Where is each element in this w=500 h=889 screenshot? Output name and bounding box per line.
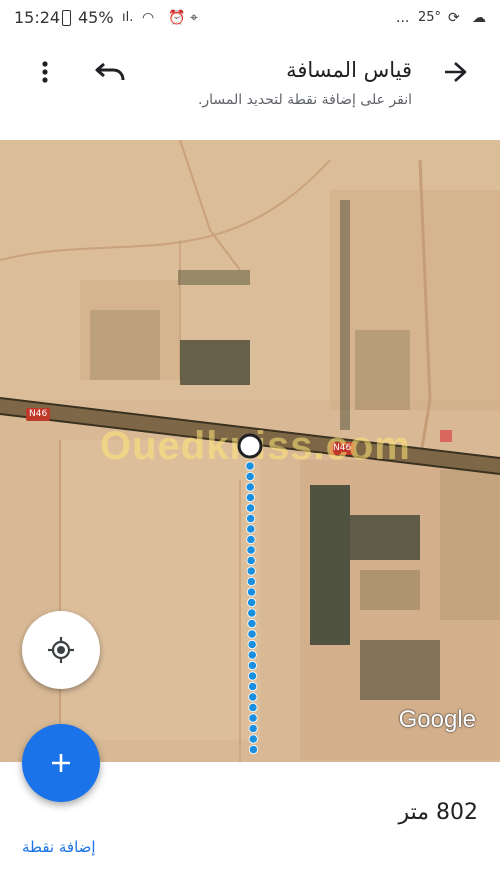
status-dots: ... <box>396 10 410 26</box>
measure-path-dot <box>246 555 256 566</box>
measure-path-dot <box>246 566 256 576</box>
measure-path-dot <box>246 513 256 524</box>
measure-path-dot <box>247 608 257 618</box>
measure-path-dot <box>245 471 255 482</box>
arrow-back-icon[interactable] <box>435 52 475 92</box>
sync-icon: ⟳ <box>448 10 460 26</box>
status-time: 15:24 <box>14 8 61 27</box>
wifi-icon: ◠ <box>142 10 155 26</box>
measure-path-dots <box>245 461 259 755</box>
measure-path-dot <box>247 660 257 671</box>
measure-path-dot <box>246 576 256 587</box>
google-attribution: Google <box>398 706 476 733</box>
app-header: قياس المسافة انقر على إضافة نقطة لتحديد … <box>0 36 500 140</box>
measure-path-dot <box>248 723 258 734</box>
signal-icon: ıl. <box>122 10 134 25</box>
measure-path-dot <box>245 461 255 471</box>
measure-path-dot <box>245 492 255 503</box>
distance-value: 802 متر <box>398 800 478 825</box>
measure-path-dot <box>245 482 255 492</box>
add-icon <box>52 754 70 772</box>
add-point-link[interactable]: إضافة نقطة <box>22 838 96 856</box>
add-point-button[interactable] <box>22 724 100 802</box>
measure-path-dot <box>247 618 257 629</box>
measure-path-dot <box>246 524 256 534</box>
status-bar: 15:24 45% ıl. ◠ ⏰ ⌖ ... 25° ⟳ ☁ <box>0 0 500 36</box>
measure-path-dot <box>248 681 258 692</box>
my-location-icon <box>48 637 74 663</box>
measure-path-dot <box>248 713 258 723</box>
page-title: قياس المسافة <box>286 58 412 82</box>
measure-path-dot <box>247 650 257 660</box>
more-vert-icon[interactable] <box>25 52 65 92</box>
battery-icon <box>62 10 71 26</box>
measure-start-point[interactable] <box>237 433 263 459</box>
measure-path-dot <box>248 702 258 713</box>
measure-path-dot <box>248 692 258 702</box>
status-battery: 45% <box>78 8 114 27</box>
location-icon: ⌖ <box>190 10 198 26</box>
measure-path-dot <box>248 744 259 755</box>
weather-icon: ☁ <box>472 10 486 26</box>
measure-path-dot <box>247 639 257 650</box>
page-subtitle: انقر على إضافة نقطة لتحديد المسار. <box>197 92 412 108</box>
measure-path-dot <box>246 545 256 555</box>
measure-path-dot <box>245 503 256 513</box>
measure-path-dot <box>247 597 257 608</box>
status-temperature: 25° <box>418 10 442 25</box>
undo-icon[interactable] <box>90 52 130 92</box>
measure-path-dot <box>247 671 258 681</box>
alarm-icon: ⏰ <box>168 10 186 26</box>
measure-path-dot <box>247 629 257 639</box>
locate-button[interactable] <box>22 611 100 689</box>
measure-path-dot <box>246 587 257 597</box>
measure-path-dot <box>246 534 256 545</box>
measure-path-dot <box>248 734 258 744</box>
